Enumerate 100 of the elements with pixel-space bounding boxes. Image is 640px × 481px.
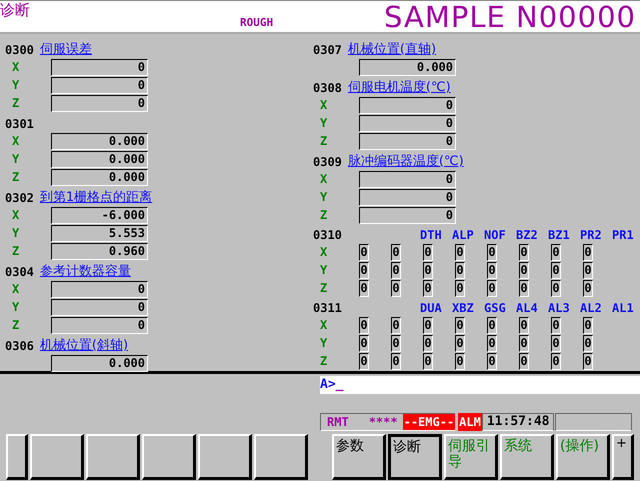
bit-field: 0 xyxy=(551,334,561,352)
bit-field: 0 xyxy=(391,352,401,370)
softkey[interactable]: 参数 xyxy=(332,434,386,480)
value-field: 0 xyxy=(359,96,456,114)
parameter-number: 0302 xyxy=(5,190,34,206)
bit-field: 0 xyxy=(551,316,561,334)
parameter-number: 0308 xyxy=(313,80,342,96)
bit-field: 0 xyxy=(455,244,465,260)
input-field[interactable]: A>_ xyxy=(320,376,640,394)
parameter-title: 机械位置(直轴) xyxy=(348,41,436,58)
value-field: 0 xyxy=(359,206,456,224)
axis-label: Z xyxy=(11,96,20,110)
parameter-number: 0310 xyxy=(313,227,343,243)
axis-label: X xyxy=(11,282,20,296)
value-field: 0.960 xyxy=(51,242,148,260)
bit-field: 0 xyxy=(519,334,529,352)
bit-field: 0 xyxy=(519,244,529,260)
parameter-number: 0304 xyxy=(5,264,34,280)
bit-field: 0 xyxy=(551,244,561,260)
axis-label: X xyxy=(11,208,20,222)
axis-label: Z xyxy=(319,354,328,368)
bit-field: 0 xyxy=(455,262,465,278)
softkey[interactable] xyxy=(142,434,196,480)
axis-label: Z xyxy=(11,318,20,332)
axis-label: Z xyxy=(319,281,328,295)
bit-name: BZ1 xyxy=(548,227,571,243)
axis-label: Z xyxy=(11,170,20,184)
parameter-title: 到第1栅格点的距离 xyxy=(40,189,152,206)
bit-field: 0 xyxy=(359,262,369,278)
bit-name: PR2 xyxy=(580,227,603,243)
softkey[interactable] xyxy=(6,434,28,480)
bit-field: 0 xyxy=(487,334,497,352)
bit-field: 0 xyxy=(487,262,497,278)
axis-label: Y xyxy=(11,226,20,240)
bit-field: 0 xyxy=(423,352,433,370)
value-field: -6.000 xyxy=(51,206,148,224)
bit-field: 0 xyxy=(423,244,433,260)
bit-field: 0 xyxy=(583,352,593,370)
bit-field: 0 xyxy=(583,316,593,334)
parameter-title: 伺服电机温度(℃) xyxy=(348,79,451,96)
bit-field: 0 xyxy=(487,280,497,296)
bit-field: 0 xyxy=(551,280,561,296)
parameter-number: 0311 xyxy=(313,300,343,316)
axis-label: Y xyxy=(11,152,20,166)
bit-field: 0 xyxy=(583,262,593,278)
axis-label: X xyxy=(319,318,328,332)
value-field: 0 xyxy=(359,114,456,132)
axis-label: X xyxy=(319,172,328,186)
bit-field: 0 xyxy=(519,262,529,278)
value-field: 0 xyxy=(51,316,148,334)
bit-field: 0 xyxy=(391,244,401,260)
value-field: 0 xyxy=(359,188,456,206)
bit-field: 0 xyxy=(423,262,433,278)
axis-label: Z xyxy=(11,244,20,258)
bit-field: 0 xyxy=(391,316,401,334)
softkey[interactable] xyxy=(86,434,140,480)
parameter-number: 0301 xyxy=(5,116,34,132)
parameter-number: 0306 xyxy=(5,338,34,354)
bit-field: 0 xyxy=(551,262,561,278)
parameter-title: 脉冲编码器温度(℃) xyxy=(348,153,464,170)
clock-time: 11:57:48 xyxy=(482,413,554,431)
value-field: 0.000 xyxy=(51,150,148,168)
axis-label: Z xyxy=(319,208,328,222)
bit-field: 0 xyxy=(519,316,529,334)
axis-label: Y xyxy=(319,190,328,204)
value-field: 0 xyxy=(51,298,148,316)
program-number: SAMPLE N00000 xyxy=(384,1,636,33)
value-field: 0 xyxy=(51,76,148,94)
softkey[interactable] xyxy=(30,434,84,480)
bit-field: 0 xyxy=(455,352,465,370)
bit-field: 0 xyxy=(423,334,433,352)
bit-field: 0 xyxy=(519,280,529,296)
bit-field: 0 xyxy=(487,352,497,370)
bit-field: 0 xyxy=(583,244,593,260)
axis-label: X xyxy=(319,245,328,259)
bit-field: 0 xyxy=(487,244,497,260)
emergency-status: --EMG-- xyxy=(402,414,456,430)
bit-field: 0 xyxy=(583,280,593,296)
axis-label: X xyxy=(11,134,20,148)
bit-name: AL1 xyxy=(612,300,635,316)
axis-label: Z xyxy=(319,134,328,148)
bit-field: 0 xyxy=(359,334,369,352)
bit-field: 0 xyxy=(519,352,529,370)
parameter-title: 机械位置(斜轴) xyxy=(40,337,128,354)
value-field: 0 xyxy=(51,280,148,298)
parameter-number: 0307 xyxy=(313,42,342,58)
value-field: 5.553 xyxy=(51,224,148,242)
softkey[interactable] xyxy=(198,434,252,480)
value-field: 0 xyxy=(51,94,148,112)
value-field: 0.000 xyxy=(51,168,148,186)
bit-field: 0 xyxy=(487,316,497,334)
alarm-status: ALM xyxy=(458,413,482,431)
bit-field: 0 xyxy=(583,334,593,352)
bit-field: 0 xyxy=(391,262,401,278)
softkey[interactable] xyxy=(254,434,308,480)
axis-label: Y xyxy=(319,336,328,350)
softkey[interactable]: 诊断 xyxy=(388,434,442,480)
parameter-number: 0300 xyxy=(5,42,34,58)
bit-field: 0 xyxy=(359,316,369,334)
softkey[interactable]: + xyxy=(612,434,634,480)
